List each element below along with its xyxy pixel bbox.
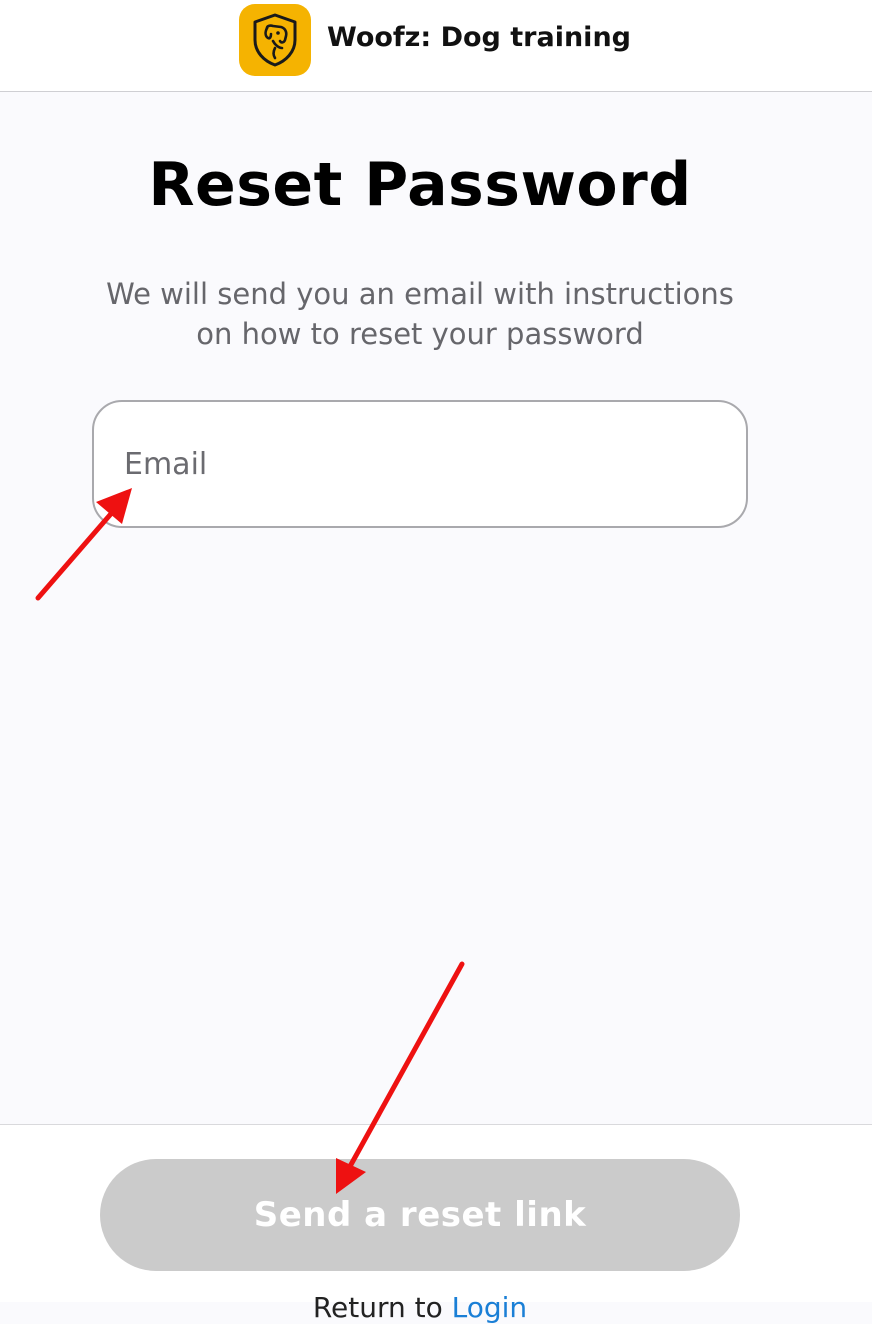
footer: Send a reset link Return to Login <box>0 1124 872 1324</box>
app-header: Woofz: Dog training <box>0 0 872 92</box>
login-link[interactable]: Login <box>452 1291 528 1324</box>
email-input[interactable] <box>124 402 720 526</box>
return-prefix: Return to <box>312 1291 452 1324</box>
send-reset-link-button[interactable]: Send a reset link <box>100 1159 740 1271</box>
return-to-login: Return to Login <box>0 1291 840 1324</box>
app-title: Woofz: Dog training <box>327 22 631 53</box>
dog-shield-icon <box>239 4 311 76</box>
page-title: Reset Password <box>148 150 692 220</box>
email-field[interactable] <box>92 400 748 528</box>
instructions-text: We will send you an email with instructi… <box>106 277 734 351</box>
